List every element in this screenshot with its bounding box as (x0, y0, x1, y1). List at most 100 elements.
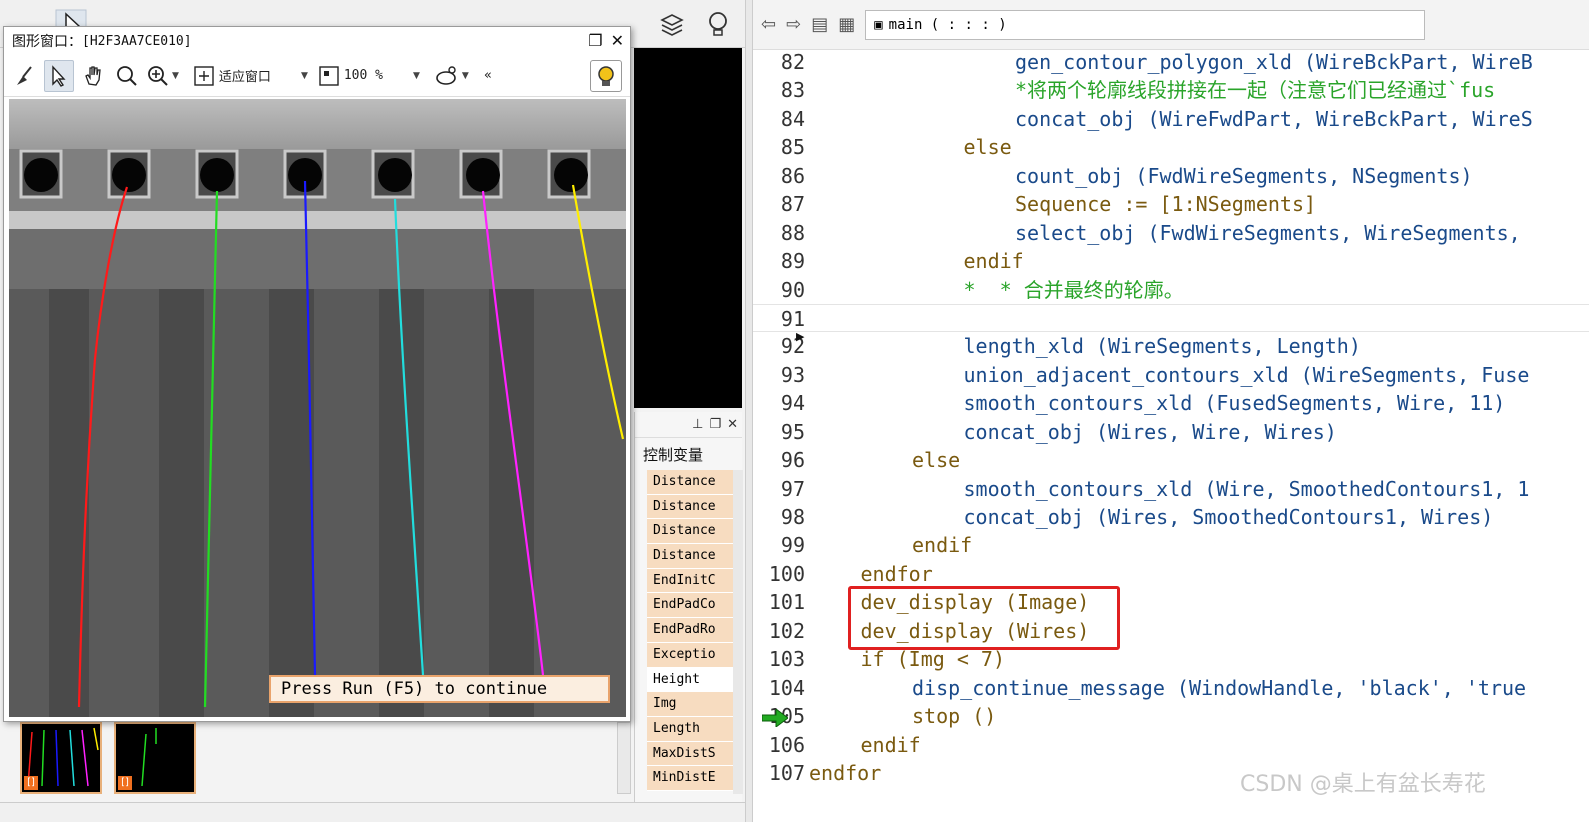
code-line[interactable]: 88 select_obj (FwdWireSegments, WireSegme… (753, 219, 1589, 247)
code-text: endif (912, 531, 972, 559)
code-text: else (912, 446, 960, 474)
more-tools-button[interactable]: « (473, 60, 503, 92)
procedure-icon: ▣ (874, 16, 883, 33)
pin-icon[interactable]: ⊥ (692, 417, 703, 432)
code-text: concat_obj (WireFwdPart, WireBckPart, Wi… (1015, 105, 1533, 133)
variable-item[interactable]: Distance (647, 519, 733, 545)
graphics-window-titlebar[interactable]: 图形窗口： [H2F3AA7CE010] ❐ ✕ (4, 27, 630, 55)
chevron-down-icon[interactable]: ▼ (172, 71, 179, 81)
code-line[interactable]: 95 concat_obj (Wires, Wire, Wires) (753, 418, 1589, 446)
code-token: concat_obj (WireFwdPart, WireBckPart, Wi… (1015, 106, 1533, 131)
variable-item[interactable]: Img (647, 692, 733, 717)
code-line[interactable]: 82 gen_contour_polygon_xld (WireBckPart, … (753, 48, 1589, 76)
graphics-background (634, 48, 742, 408)
editor-toolbar: ⇦ ⇨ ▤ ▦ ▣ main ( : : : ) (753, 0, 1589, 50)
close-icon[interactable]: ✕ (727, 417, 738, 432)
variable-item[interactable]: EndPadRo (647, 618, 733, 643)
chevron-down-icon[interactable]: ▼ (301, 71, 308, 81)
image-display[interactable] (9, 99, 626, 717)
code-line[interactable]: 96 else (753, 446, 1589, 474)
variable-item[interactable]: Distance (647, 470, 733, 495)
code-line[interactable]: 89 endif (753, 247, 1589, 275)
restore-icon[interactable]: ❐ (588, 31, 602, 50)
magnifier-icon[interactable] (112, 60, 142, 92)
thumbnail-scrollbar[interactable] (617, 722, 631, 794)
zoom-factor-icon (319, 65, 339, 86)
bottom-tab-strip[interactable] (0, 802, 748, 822)
hand-pan-icon[interactable] (78, 60, 108, 92)
variable-item[interactable]: EndPadCo (647, 593, 733, 619)
variable-list[interactable]: Distance Distance Distance Distance EndInitC… (647, 470, 733, 791)
code-line[interactable]: 84 concat_obj (WireFwdPart, WireBckPart, … (753, 105, 1589, 133)
zoom-in-icon[interactable]: ▼ (146, 60, 179, 92)
line-number: 90 (780, 277, 805, 302)
variable-item[interactable]: Height (647, 667, 733, 693)
thumbnail-wires[interactable]: [] (20, 722, 102, 794)
clipboard-icon[interactable]: ▤ (811, 14, 828, 35)
code-token: concat_obj (Wires, SmoothedContours1, Wi… (963, 505, 1494, 529)
draw-shape-icon[interactable]: ▼ (434, 60, 469, 92)
variable-item[interactable]: EndInitC (647, 568, 733, 594)
code-line[interactable]: 86 count_obj (FwdWireSegments, NSegments) (753, 162, 1589, 190)
code-line[interactable]: 98 concat_obj (Wires, SmoothedContours1, … (753, 503, 1589, 531)
pointer-icon[interactable] (44, 59, 74, 92)
chevron-down-icon[interactable]: ▼ (462, 71, 469, 81)
variable-item[interactable]: Exceptio (647, 642, 733, 668)
variable-item[interactable]: MaxDistS (647, 741, 733, 767)
code-line[interactable]: 100 endfor (753, 560, 1589, 588)
code-line[interactable]: 85 else (753, 133, 1589, 161)
lightbulb-icon[interactable] (590, 60, 622, 92)
procedure-select[interactable]: ▣ main ( : : : ) (865, 9, 1426, 40)
code-token: Sequence := [1:NSegments] (1015, 192, 1317, 217)
code-line[interactable]: 106 endif (753, 731, 1589, 759)
close-icon[interactable]: ✕ (611, 31, 624, 50)
code-token: if (Img < 7) (860, 647, 1006, 672)
code-lines[interactable]: 82 gen_contour_polygon_xld (WireBckPart, … (753, 48, 1589, 787)
chevron-down-icon[interactable]: ▼ (413, 71, 420, 81)
wire-bonding-image (9, 99, 626, 717)
variable-item[interactable]: Distance (647, 494, 733, 520)
code-text: else (964, 133, 1012, 161)
variable-scrollbar[interactable] (733, 470, 743, 794)
code-line[interactable]: 92 length_xld (WireSegments, Length) (753, 332, 1589, 360)
variable-item[interactable]: Length (647, 716, 733, 742)
code-line[interactable]: 87 Sequence := [1:NSegments] (753, 190, 1589, 218)
code-line[interactable]: 90 * * 合并最终的轮廓。 (753, 276, 1589, 304)
line-number: 84 (780, 106, 805, 131)
restore-icon[interactable]: ❐ (709, 417, 721, 432)
thumbnail-image[interactable]: [] (114, 722, 196, 794)
code-token: union_adjacent_contours_xld (WireSegment… (963, 362, 1530, 387)
back-arrow-icon[interactable]: ⇦ (761, 14, 776, 35)
variable-item[interactable]: Distance (647, 544, 733, 569)
forward-arrow-icon[interactable]: ⇨ (786, 14, 801, 35)
line-number: 102 (768, 618, 805, 643)
line-number: 99 (780, 533, 805, 558)
code-line[interactable]: 104 disp_continue_message (WindowHandle, … (753, 674, 1589, 702)
panel-title: 控制变量 (643, 446, 704, 464)
fit-window-button[interactable]: 适应窗口 ▼ (193, 60, 308, 92)
code-line[interactable]: 91 (753, 303, 1589, 333)
code-text: smooth_contours_xld (FusedSegments, Wire… (964, 389, 1506, 417)
code-token: * * 合并最终的轮廓。 (963, 277, 1184, 302)
code-token: endfor (860, 561, 933, 586)
fit-window-label: 适应窗口 (218, 70, 271, 85)
zoom-level-select[interactable]: 100 % ▼ (318, 60, 420, 92)
clear-broom-icon[interactable] (10, 60, 40, 92)
code-line[interactable]: 94 smooth_contours_xld (FusedSegments, Wi… (753, 389, 1589, 417)
code-line[interactable]: 99 endif (753, 531, 1589, 559)
code-line[interactable]: 83 *将两个轮廓线段拼接在一起（注意它们已经通过`fus (753, 76, 1589, 104)
code-line[interactable]: 105 stop () (753, 702, 1589, 730)
code-line[interactable]: 93 union_adjacent_contours_xld (WireSegme… (753, 361, 1589, 389)
code-text: length_xld (WireSegments, Length) (964, 332, 1361, 360)
program-editor: ⇦ ⇨ ▤ ▦ ▣ main ( : : : ) 82 gen_contour_p… (753, 0, 1589, 822)
code-token: stop () (912, 704, 997, 729)
code-token: *将两个轮廓线段拼接在一起（注意它们已经通过`fus (1015, 78, 1496, 103)
graphics-window-title: 图形窗口： (12, 34, 82, 50)
variable-item[interactable]: MinDistE (647, 766, 733, 791)
code-line[interactable]: 97 smooth_contours_xld (Wire, SmoothedCon… (753, 475, 1589, 503)
fit-window-icon (194, 65, 214, 86)
zoom-level-value: 100 % (343, 68, 383, 83)
pane-splitter[interactable] (745, 0, 753, 822)
line-number: 83 (780, 78, 805, 103)
grid-icon[interactable]: ▦ (838, 14, 855, 35)
